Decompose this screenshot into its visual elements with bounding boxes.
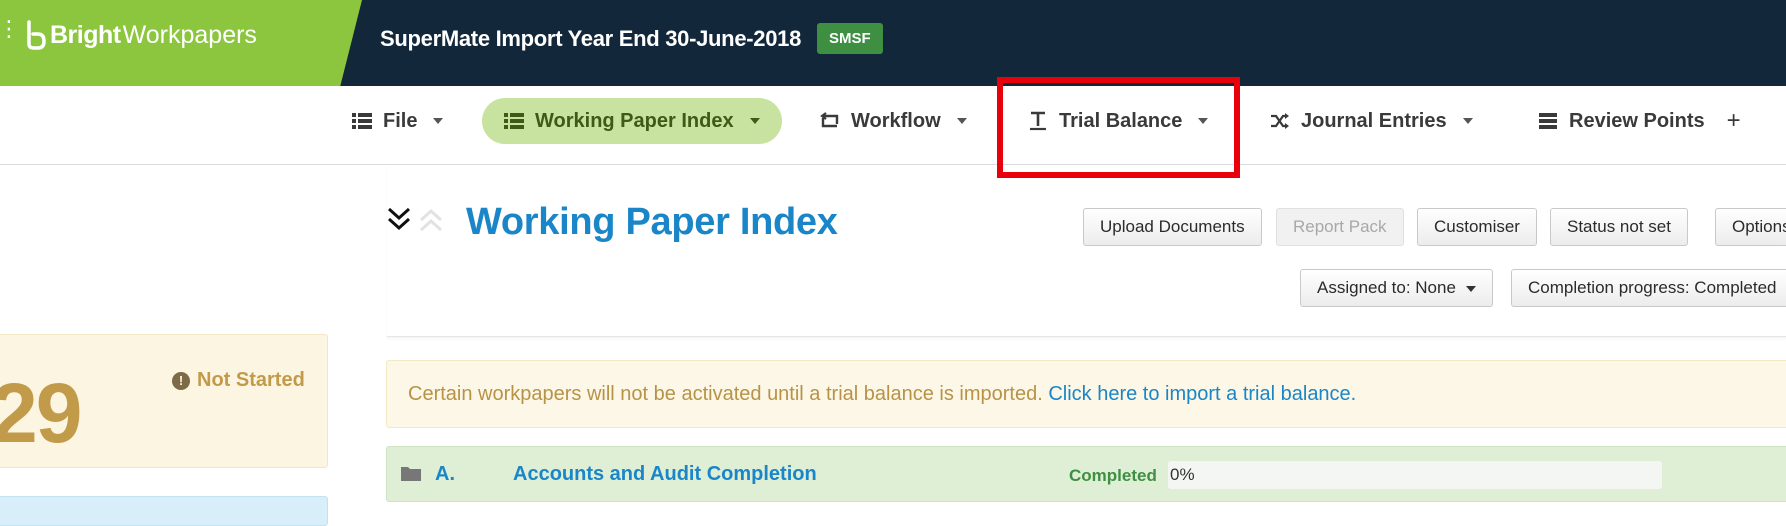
expand-all-icon[interactable] [419,205,443,235]
status-summary-card-2[interactable] [0,496,328,526]
page-title: Working Paper Index [466,201,838,243]
status-button[interactable]: Status not set [1550,208,1688,246]
fund-type-badge: SMSF [817,23,883,54]
nav-journal-entries[interactable]: Journal Entries [1270,98,1473,144]
list-icon [352,111,372,131]
brand-area[interactable]: ⋮ Bright Workpapers [0,0,362,86]
nav-file[interactable]: File [352,98,444,144]
progress-bar: 0% [1168,461,1662,489]
assigned-to-dropdown[interactable]: Assigned to: None [1300,269,1493,307]
caret-down-icon [1465,285,1476,292]
nav-review-points[interactable]: Review Points + [1538,98,1741,144]
server-icon [1538,111,1558,131]
nav-review-points-label: Review Points [1569,109,1705,132]
chevron-down-icon [749,118,760,124]
customiser-button[interactable]: Customiser [1417,208,1537,246]
nav-journal-entries-label: Journal Entries [1301,109,1447,132]
menu-grip-icon[interactable]: ⋮ [0,18,20,54]
file-title: SuperMate Import Year End 30-June-2018 [380,26,802,51]
brand-logo[interactable]: Bright Workpapers [26,20,257,50]
options-button[interactable]: Options [1715,208,1786,246]
working-paper-header: Working Paper Index Upload Documents Rep… [387,165,1786,337]
nav-wpi-label: Working Paper Index [535,109,734,132]
section-row[interactable]: A. Accounts and Audit Completion Complet… [386,446,1786,502]
nav-working-paper-index[interactable]: Working Paper Index [482,98,782,144]
import-trial-balance-link[interactable]: Click here to import a trial balance. [1048,383,1356,405]
list-icon [504,111,524,131]
bright-logo-icon [27,20,46,50]
chevron-down-icon [433,118,444,124]
add-tab-button[interactable]: + [1727,107,1741,135]
alert-text: Certain workpapers will not be activated… [408,383,1043,405]
section-code[interactable]: A. [435,463,455,486]
nav-workflow[interactable]: Workflow [820,98,967,144]
chevron-down-icon [1462,118,1473,124]
shuffle-icon [1270,111,1290,131]
nav-workflow-label: Workflow [851,109,941,132]
brand-name-bold: Bright [50,20,121,49]
progress-text: 0% [1170,465,1195,484]
completion-progress-dropdown[interactable]: Completion progress: Completed [1511,269,1786,307]
main-navbar: File Working Paper Index Workflow Trial … [0,86,1786,165]
highlight-annotation [997,77,1240,178]
completed-label: Completed [1069,466,1157,485]
import-alert: Certain workpapers will not be activated… [386,360,1786,428]
workflow-icon [820,111,840,131]
status-summary-card[interactable]: 29 ! Not Started [0,334,328,468]
status-text: Not Started [197,369,305,391]
section-name[interactable]: Accounts and Audit Completion [513,463,817,486]
collapse-all-icon[interactable] [387,205,411,235]
folder-icon [401,467,421,481]
chevron-down-icon [956,118,967,124]
status-count: 29 [0,366,82,460]
alert-circle-icon: ! [172,371,190,390]
upload-documents-button[interactable]: Upload Documents [1083,208,1262,246]
brand-name-light: Workpapers [122,20,257,49]
report-pack-button[interactable]: Report Pack [1276,208,1404,246]
top-bar: ⋮ Bright Workpapers SuperMate Import Yea… [0,0,1786,86]
nav-file-label: File [383,109,418,132]
status-label: ! Not Started [172,369,305,392]
assigned-to-label: Assigned to: None [1317,278,1456,297]
